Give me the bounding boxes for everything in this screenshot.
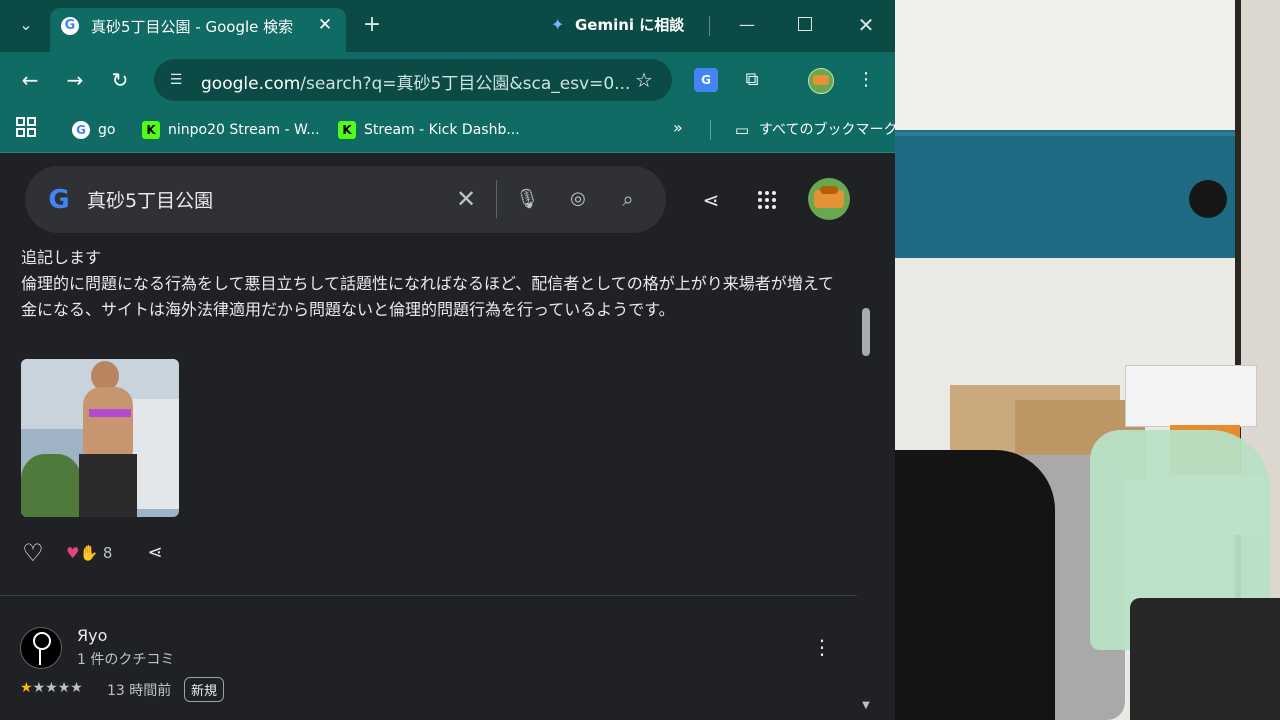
new-badge: 新規 [184, 677, 225, 702]
all-bookmarks-button[interactable]: ▭ すべてのブックマーク [733, 119, 895, 141]
reaction-count: 8 [102, 544, 113, 562]
review-timestamp: 13 時間前 [107, 683, 172, 699]
maximize-icon[interactable] [798, 17, 812, 31]
search-query[interactable]: 真砂5丁目公園 [87, 186, 213, 213]
url-host: google.com [201, 74, 301, 94]
search-icon[interactable]: ⌕ [615, 186, 641, 212]
reviewer-name[interactable]: Яyo [77, 626, 107, 645]
scrollbar-thumb[interactable] [862, 308, 870, 356]
star-icon: ★ [32, 680, 46, 696]
dark-case [1130, 598, 1280, 720]
bookmark-label: go [98, 122, 116, 138]
tab-strip: ⌄ G 真砂5丁目公園 - Google 検索 ✕ + ✦ Gemini に相談 … [0, 0, 895, 52]
heart-reaction-icon: ♥ [66, 544, 80, 562]
like-heart-icon[interactable]: ♡ [20, 540, 46, 566]
all-bookmarks-label: すべてのブックマーク [759, 122, 895, 138]
storage-tray [1125, 365, 1257, 427]
bookmarks-divider [710, 120, 711, 140]
back-arrow-icon[interactable]: ← [18, 68, 42, 92]
bookmark-go[interactable]: Ggo [72, 119, 115, 141]
minimize-icon[interactable]: — [735, 10, 759, 40]
photo-strap [89, 409, 131, 417]
address-bar[interactable]: ☰ google.com/search?q=真砂5丁目公園&sca_esv=0.… [154, 59, 672, 101]
star-icon: ★ [57, 680, 71, 696]
folder-icon: ▭ [734, 121, 750, 139]
translate-icon[interactable]: G [694, 68, 718, 92]
star-icon: ★ [20, 680, 33, 696]
review-body-text: 追記します 倫理的に問題になる行為をして悪目立ちして話題性になればなるほど、配信… [21, 248, 834, 319]
pray-reaction-icon: ✋ [79, 544, 99, 562]
toolbar: ← → ↻ ☰ google.com/search?q=真砂5丁目公園&sca_… [0, 52, 895, 108]
menu-dots-icon[interactable]: ⋮ [854, 68, 878, 92]
star-rating: ★★★★★ [20, 680, 83, 696]
tabstrip-divider [709, 16, 710, 36]
window-close-icon[interactable]: ✕ [854, 10, 878, 40]
review-text-cutoff [20, 713, 780, 720]
bookmark-label: Stream - Kick Dashb... [364, 122, 520, 138]
wall-upper [895, 0, 1280, 130]
site-info-icon[interactable]: ☰ [166, 70, 186, 90]
kick-icon: K [142, 121, 160, 139]
kick-icon: K [338, 121, 356, 139]
tab-title: 真砂5丁目公園 - Google 検索 [91, 18, 294, 36]
google-apps-icon[interactable] [757, 190, 777, 210]
extensions-puzzle-icon[interactable]: ⧉ [740, 68, 764, 92]
profile-avatar[interactable] [808, 68, 834, 94]
microphone-icon[interactable]: 🎙 [515, 186, 539, 212]
wall-hole [1189, 180, 1227, 218]
bookmark-star-icon[interactable]: ☆ [632, 68, 656, 92]
google-icon: G [72, 121, 90, 139]
dark-fabric [895, 450, 1055, 720]
stripe-highlight [895, 132, 1280, 136]
account-avatar[interactable] [808, 178, 850, 220]
scrollbar[interactable]: ▼ [858, 245, 874, 720]
reviewer-review-count: 1 件のクチコミ [77, 652, 175, 668]
bookmarks-bar: Ggo Kninpo20 Stream - W... K Stream - Kic… [0, 108, 895, 153]
forward-arrow-icon[interactable]: → [63, 68, 87, 92]
gemini-sparkle-icon: ✦ [551, 15, 565, 34]
camera-feed [895, 0, 1280, 720]
star-icon: ★ [45, 680, 58, 696]
review-share-icon[interactable]: ⋖ [142, 540, 168, 566]
google-favicon-icon: G [61, 17, 79, 35]
google-logo-icon: G [48, 185, 70, 215]
reload-icon[interactable]: ↻ [108, 68, 132, 92]
tab-search-chevron-icon[interactable]: ⌄ [14, 13, 38, 37]
browser-window: ⌄ G 真砂5丁目公園 - Google 検索 ✕ + ✦ Gemini に相談 … [0, 0, 895, 720]
new-tab-icon[interactable]: + [360, 13, 384, 37]
lens-camera-icon[interactable]: ◎ [565, 186, 591, 212]
star-icon: ★ [70, 680, 83, 696]
url-text[interactable]: google.com/search?q=真砂5丁目公園&sca_esv=0... [201, 69, 630, 94]
bookmark-ninpo20[interactable]: Kninpo20 Stream - W... [142, 119, 320, 141]
photo-shorts [79, 454, 137, 517]
apps-grid-icon[interactable] [16, 117, 36, 137]
searchbox-divider [496, 180, 497, 218]
url-path: /search?q=真砂5丁目公園&sca_esv=0... [300, 74, 631, 94]
bookmark-label: ninpo20 Stream - W... [168, 122, 320, 138]
scroll-down-arrow-icon[interactable]: ▼ [860, 700, 872, 712]
search-box[interactable]: G 真砂5丁目公園 ✕ 🎙 ◎ ⌕ [25, 166, 666, 233]
gemini-label: Gemini に相談 [575, 16, 685, 34]
share-icon[interactable]: ⋖ [698, 187, 724, 213]
review-photo[interactable] [21, 359, 179, 517]
reviewer-avatar[interactable] [20, 627, 62, 669]
reactions-summary[interactable]: ♥✋ 8 [66, 542, 112, 564]
review-divider [0, 595, 857, 596]
gemini-button[interactable]: ✦ Gemini に相談 [551, 14, 684, 38]
photo-tree [21, 454, 81, 517]
bookmark-kick-dashboard[interactable]: K Stream - Kick Dashb... [338, 119, 520, 141]
review-more-options-icon[interactable]: ⋮ [810, 634, 834, 660]
photo-person-body [83, 387, 133, 457]
active-tab[interactable]: G 真砂5丁目公園 - Google 検索 ✕ [50, 8, 346, 52]
clear-icon[interactable]: ✕ [453, 186, 479, 212]
tab-close-icon[interactable]: ✕ [314, 14, 336, 36]
more-bookmarks-chevron-icon[interactable]: » [673, 118, 683, 137]
search-results-page: G 真砂5丁目公園 ✕ 🎙 ◎ ⌕ ⋖ 追記します 倫理的に問題になる行為をして… [0, 153, 895, 720]
